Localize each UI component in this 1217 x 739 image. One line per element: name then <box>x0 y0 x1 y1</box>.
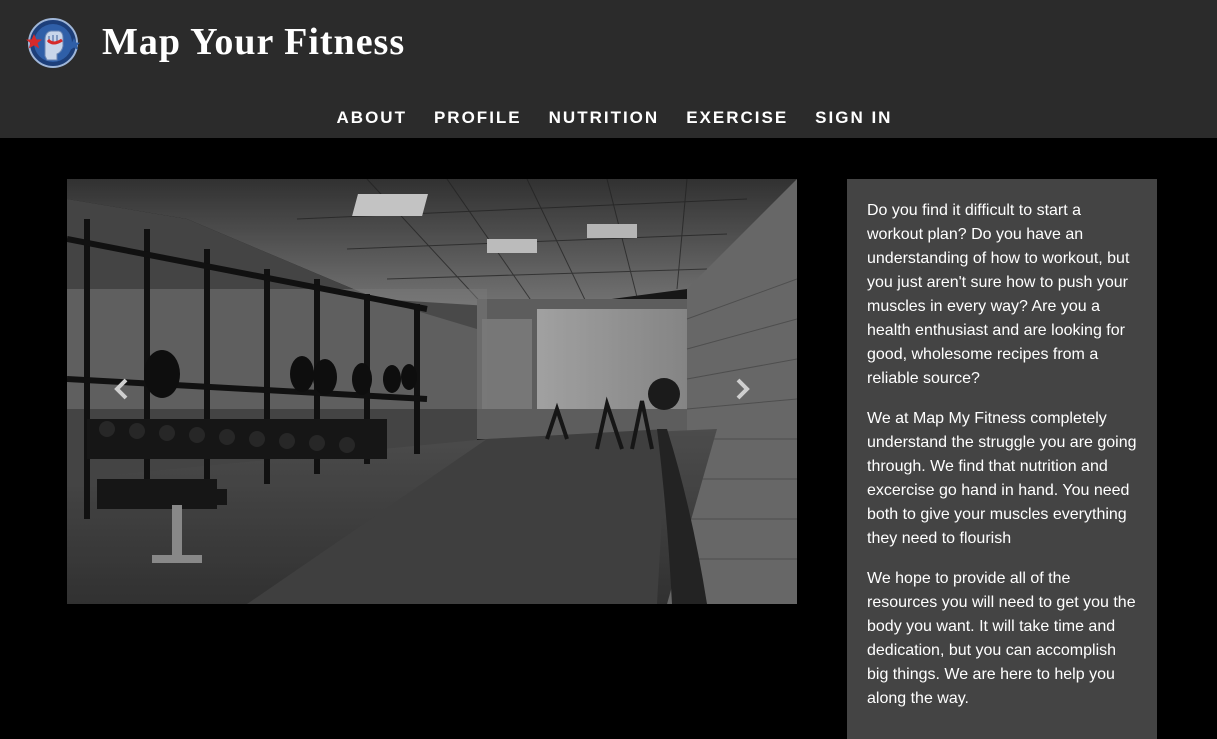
carousel-prev-button[interactable] <box>107 374 137 404</box>
nav-sign-in-link[interactable]: SIGN IN <box>815 108 892 128</box>
raised-fist-logo-icon[interactable] <box>26 16 80 70</box>
intro-paragraph: We hope to provide all of the resources … <box>867 570 1136 707</box>
image-carousel <box>67 179 797 604</box>
intro-paragraph: We at Map My Fitness completely understa… <box>867 410 1137 547</box>
carousel-next-button[interactable] <box>727 374 757 404</box>
main-nav: ABOUT PROFILE NUTRITION EXERCISE SIGN IN <box>0 108 1217 128</box>
nav-about-link[interactable]: ABOUT <box>337 108 407 128</box>
gym-photo <box>67 179 797 604</box>
nav-profile-link[interactable]: PROFILE <box>434 108 522 128</box>
intro-paragraph: Do you find it difficult to start a work… <box>867 202 1130 387</box>
chevron-left-icon <box>114 378 128 400</box>
intro-panel: Do you find it difficult to start a work… <box>847 179 1157 739</box>
chevron-right-icon <box>736 378 750 400</box>
nav-nutrition-link[interactable]: NUTRITION <box>549 108 660 128</box>
site-title[interactable]: Map Your Fitness <box>102 20 405 64</box>
site-header: Map Your Fitness ABOUT PROFILE NUTRITION… <box>0 0 1217 138</box>
nav-exercise-link[interactable]: EXERCISE <box>686 108 788 128</box>
